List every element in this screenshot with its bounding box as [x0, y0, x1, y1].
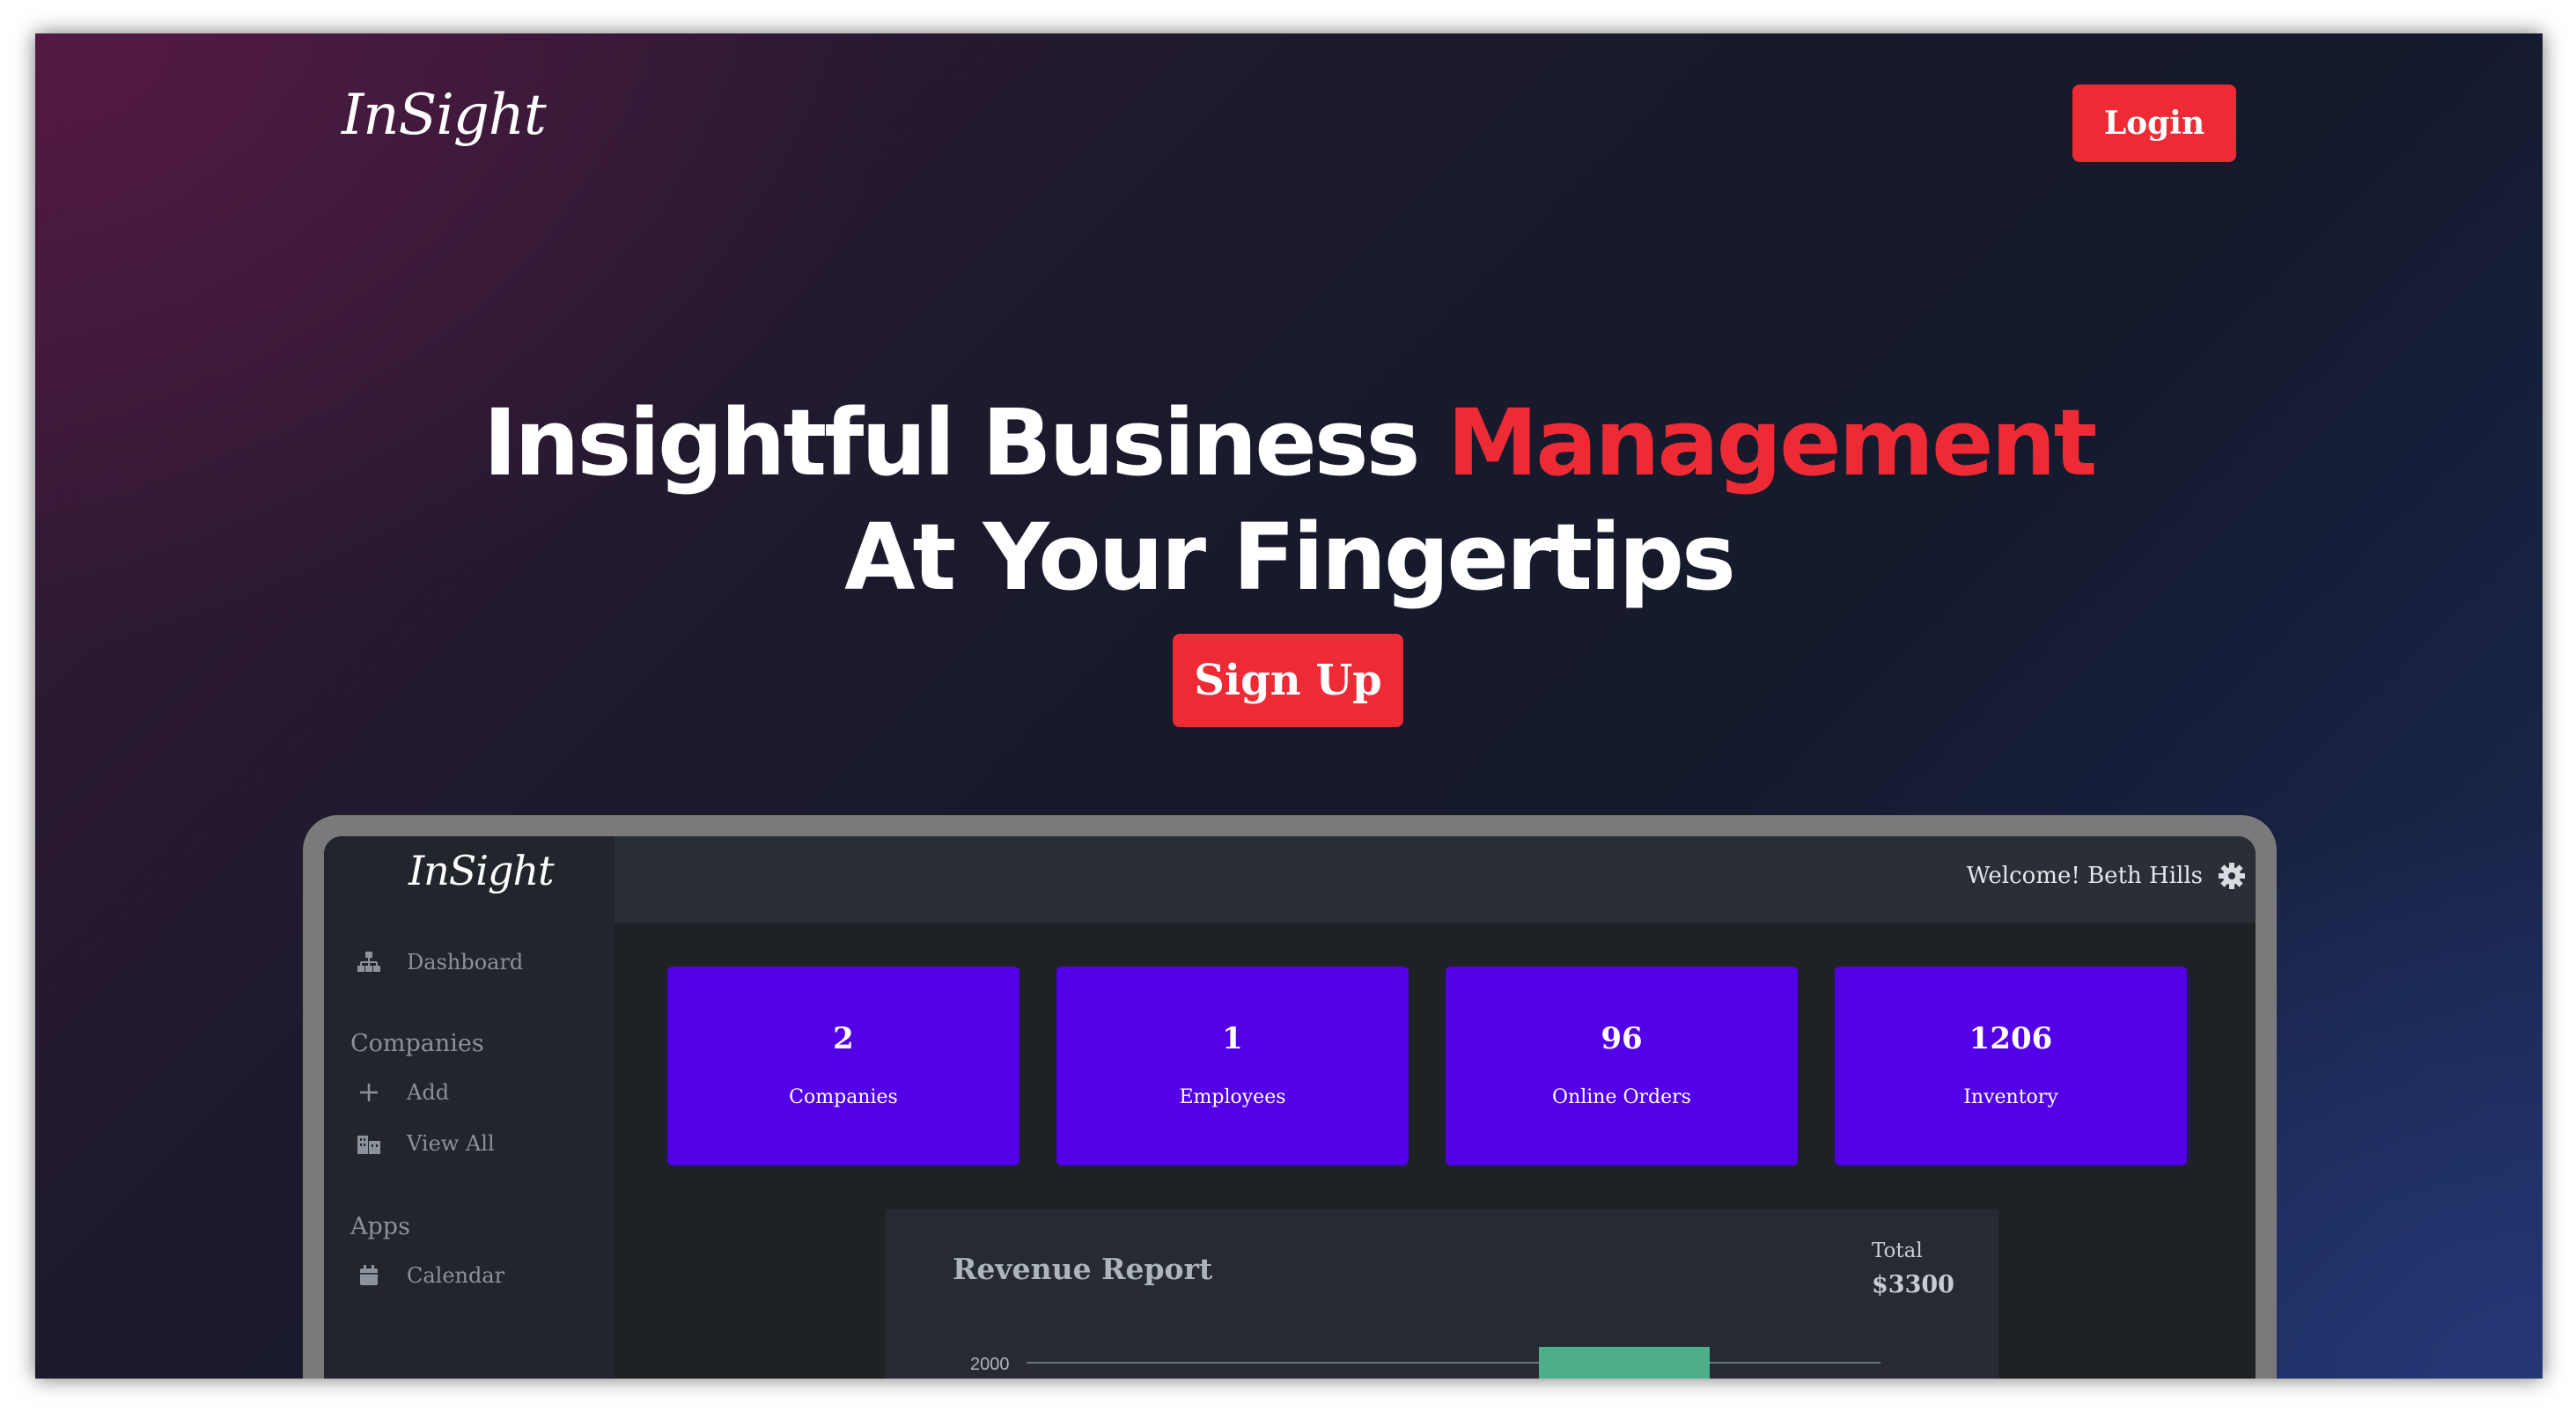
stat-value: 1206 [1969, 1021, 2053, 1056]
sidebar-item-add[interactable]: Add [354, 1079, 449, 1106]
stat-card-online-orders[interactable]: 96 Online Orders [1446, 967, 1798, 1166]
app-preview-screen: InSight Dashboard Companies Add View All… [324, 836, 2256, 1379]
stat-label: Employees [1179, 1086, 1286, 1108]
gear-icon[interactable] [2217, 861, 2247, 891]
app-topbar: Welcome! Beth Hills [615, 836, 2256, 923]
revenue-report-panel: Revenue Report Total $3300 2000 [886, 1210, 1998, 1379]
y-tick-label: 2000 [970, 1355, 1010, 1374]
stat-value: 1 [1222, 1021, 1243, 1056]
stat-label: Online Orders [1552, 1086, 1691, 1108]
headline-accent: Management [1446, 389, 2098, 496]
sidebar-item-label: Add [407, 1080, 450, 1105]
brand-logo[interactable]: InSight [342, 83, 547, 148]
sidebar-item-view-all[interactable]: View All [354, 1130, 495, 1157]
stat-card-companies[interactable]: 2 Companies [667, 967, 1019, 1166]
sidebar-item-calendar[interactable]: Calendar [354, 1262, 504, 1289]
device-frame: InSight Dashboard Companies Add View All… [303, 815, 2277, 1379]
login-button[interactable]: Login [2072, 85, 2236, 162]
revenue-chart: 2000 [970, 1347, 1880, 1379]
plus-icon [354, 1079, 384, 1106]
signup-button[interactable]: Sign Up [1173, 634, 1403, 727]
headline-text: Insightful Business [482, 389, 1447, 496]
stat-value: 96 [1601, 1021, 1643, 1056]
app-sidebar: InSight Dashboard Companies Add View All… [324, 836, 615, 1379]
chart-bar [1539, 1347, 1710, 1379]
welcome-text: Welcome! Beth Hills [1966, 863, 2203, 889]
headline-line-1: Insightful Business Management [35, 386, 2543, 500]
app-brand-logo: InSight [408, 847, 555, 894]
sidebar-item-dashboard[interactable]: Dashboard [354, 949, 523, 975]
sidebar-item-label: Dashboard [407, 950, 524, 974]
sidebar-heading-apps: Apps [350, 1213, 410, 1240]
building-icon [354, 1130, 384, 1157]
calendar-icon [354, 1262, 384, 1289]
stat-card-inventory[interactable]: 1206 Inventory [1835, 967, 2187, 1166]
headline-line-2: At Your Fingertips [844, 504, 1736, 611]
stat-value: 2 [833, 1021, 854, 1056]
sitemap-icon [354, 949, 384, 975]
sidebar-heading-companies: Companies [350, 1030, 484, 1057]
stat-card-employees[interactable]: 1 Employees [1056, 967, 1409, 1166]
stat-label: Companies [789, 1086, 898, 1108]
sidebar-item-label: View All [407, 1131, 495, 1156]
stat-label: Inventory [1963, 1086, 2058, 1108]
hero-headline: Insightful Business Management At Your F… [35, 386, 2543, 614]
hero-section: InSight Login Insightful Business Manage… [35, 33, 2543, 1379]
sidebar-item-label: Calendar [407, 1263, 505, 1288]
